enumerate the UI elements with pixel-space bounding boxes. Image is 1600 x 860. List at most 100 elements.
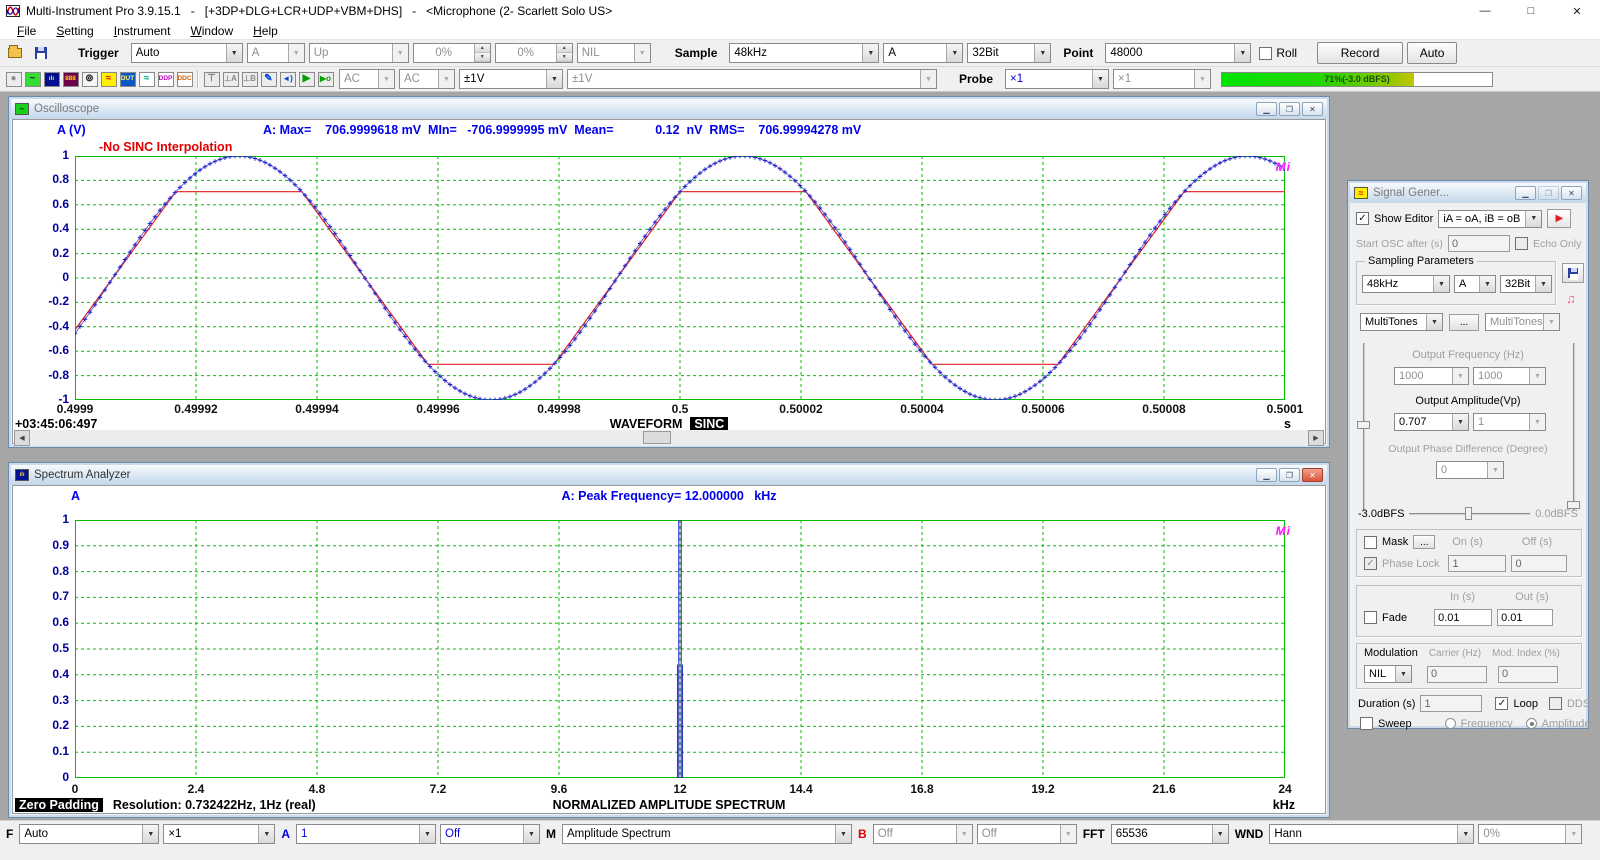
mask-checkbox[interactable]: [1364, 536, 1377, 549]
scope-plot[interactable]: [75, 156, 1285, 400]
generator-run-button[interactable]: ▶: [1547, 209, 1571, 228]
signal-generator-titlebar[interactable]: Signal Gener... ▁ ❐ ✕: [1350, 183, 1586, 203]
sinc-badge[interactable]: SINC: [690, 417, 728, 431]
a-ref-dropdown[interactable]: Off▼: [440, 824, 540, 844]
window-function-dropdown[interactable]: Hann▼: [1269, 824, 1474, 844]
coupling-a-dropdown[interactable]: AC▼: [339, 69, 395, 89]
hold-run-icon[interactable]: ⊤: [202, 70, 221, 89]
trigger-mode-dropdown[interactable]: Auto▼: [131, 43, 243, 63]
probe-b-dropdown[interactable]: ×1▼: [1113, 69, 1211, 89]
b-ref-dropdown[interactable]: Off▼: [977, 824, 1077, 844]
roll-checkbox[interactable]: Roll: [1259, 46, 1297, 60]
sweep-frequency-radio[interactable]: [1445, 718, 1456, 729]
save-file-icon[interactable]: [30, 43, 52, 63]
spectrum-titlebar[interactable]: Spectrum Analyzer ▁ ❐ ✕: [11, 465, 1327, 485]
open-file-icon[interactable]: [4, 43, 26, 63]
loop-checkbox[interactable]: [1495, 697, 1508, 710]
scroll-track[interactable]: [30, 430, 1308, 446]
carrier-input[interactable]: [1427, 666, 1487, 683]
amplitude-slider-b[interactable]: [1566, 343, 1582, 511]
trigger-edge-dropdown[interactable]: Up▼: [309, 43, 409, 63]
spectrum-restore-button[interactable]: ❐: [1279, 468, 1300, 482]
trigger-hpf-dropdown[interactable]: NIL▼: [577, 43, 651, 63]
signal-generator-icon[interactable]: ≈: [99, 70, 118, 89]
oscilloscope-close-button[interactable]: ✕: [1302, 102, 1323, 116]
gauge-meter-icon[interactable]: ⊚: [80, 70, 99, 89]
fade-out-input[interactable]: [1497, 609, 1553, 626]
mask-editor-button[interactable]: ...: [1413, 535, 1435, 549]
roll-checkbox-box[interactable]: [1259, 47, 1272, 60]
scroll-right-icon[interactable]: [1308, 430, 1324, 446]
generator-channel-dropdown[interactable]: A▼: [1454, 275, 1496, 293]
score-notes-icon[interactable]: ♫: [1566, 291, 1576, 306]
spectrum-minimize-button[interactable]: ▁: [1256, 468, 1277, 482]
freq-axis-dropdown[interactable]: Auto▼: [19, 824, 159, 844]
frequency-b-dropdown[interactable]: 1000▼: [1473, 367, 1546, 385]
run-loop-icon[interactable]: ▶o: [316, 70, 335, 89]
analysis-mode-dropdown[interactable]: Amplitude Spectrum▼: [562, 824, 852, 844]
mod-index-input[interactable]: [1498, 666, 1558, 683]
trigger-source-dropdown[interactable]: A▼: [247, 43, 305, 63]
sampling-channels-dropdown[interactable]: A▼: [883, 43, 963, 63]
sampling-rate-dropdown[interactable]: 48kHz▼: [729, 43, 879, 63]
freq-zoom-dropdown[interactable]: ×1▼: [163, 824, 275, 844]
overlap-dropdown[interactable]: 0%▼: [1478, 824, 1582, 844]
spectrum-plot[interactable]: [75, 520, 1285, 778]
generator-rate-dropdown[interactable]: 48kHz▼: [1362, 275, 1450, 293]
a-gain-dropdown[interactable]: 1▼: [296, 824, 436, 844]
probe-a-dropdown[interactable]: ×1▼: [1005, 69, 1109, 89]
oscilloscope-titlebar[interactable]: Oscilloscope ▁ ❐ ✕: [11, 99, 1327, 119]
duration-input[interactable]: [1420, 695, 1482, 712]
spin-down-icon[interactable]: ▼: [557, 53, 572, 62]
oscilloscope-minimize-button[interactable]: ▁: [1256, 102, 1277, 116]
mask-off-input[interactable]: [1511, 555, 1567, 572]
oscilloscope-restore-button[interactable]: ❐: [1279, 102, 1300, 116]
scroll-thumb[interactable]: [643, 431, 671, 444]
frequency-a-dropdown[interactable]: 1000▼: [1394, 367, 1469, 385]
generator-bits-dropdown[interactable]: 32Bit▼: [1500, 275, 1552, 293]
trigger-marker-b-icon[interactable]: ⊥B: [240, 70, 259, 89]
trigger-level-stepper[interactable]: 0%▲▼: [413, 43, 491, 63]
spectrum-analyzer-icon[interactable]: ılı: [42, 70, 61, 89]
start-osc-input[interactable]: [1448, 235, 1510, 252]
show-editor-checkbox[interactable]: [1356, 212, 1369, 225]
mask-on-input[interactable]: [1448, 555, 1506, 572]
waveform-editor-button[interactable]: ...: [1449, 314, 1479, 331]
oscilloscope-icon[interactable]: ~: [23, 70, 42, 89]
menu-item-file[interactable]: File: [8, 23, 45, 39]
spectrum-close-button[interactable]: ✕: [1302, 468, 1323, 482]
app-maximize-button[interactable]: □: [1508, 0, 1554, 22]
amplitude-a-dropdown[interactable]: 0.707▼: [1394, 413, 1469, 431]
generator-save-button[interactable]: [1562, 263, 1584, 283]
coupling-b-dropdown[interactable]: AC▼: [399, 69, 455, 89]
fade-checkbox[interactable]: [1364, 611, 1377, 624]
run-stop-icon[interactable]: ●: [4, 70, 23, 89]
auto-button[interactable]: Auto: [1407, 42, 1457, 64]
trigger-marker-a-icon[interactable]: ⊥A: [221, 70, 240, 89]
waveform-a-dropdown[interactable]: MultiTones▼: [1360, 313, 1443, 331]
menu-item-help[interactable]: Help: [244, 23, 287, 39]
generator-close-button[interactable]: ✕: [1561, 186, 1582, 200]
ddc-viewer-icon[interactable]: DDC: [175, 70, 194, 89]
echo-only-checkbox[interactable]: [1515, 237, 1528, 250]
dbfs-slider[interactable]: [1409, 507, 1530, 521]
record-length-dropdown[interactable]: 48000▼: [1105, 43, 1251, 63]
derived-data-icon[interactable]: ≈: [137, 70, 156, 89]
device-under-test-icon[interactable]: DUT: [118, 70, 137, 89]
sweep-checkbox[interactable]: [1360, 717, 1373, 730]
multimeter-icon[interactable]: 888: [61, 70, 80, 89]
ddp-viewer-icon[interactable]: DDP: [156, 70, 175, 89]
dds-checkbox[interactable]: [1549, 697, 1562, 710]
spin-up-icon[interactable]: ▲: [557, 44, 572, 53]
menu-item-window[interactable]: Window: [181, 23, 242, 39]
app-minimize-button[interactable]: —: [1462, 0, 1508, 22]
b-gain-dropdown[interactable]: Off▼: [873, 824, 973, 844]
generator-minimize-button[interactable]: ▁: [1515, 186, 1536, 200]
amplitude-slider-a[interactable]: [1356, 343, 1372, 511]
phase-lock-checkbox[interactable]: [1364, 557, 1377, 570]
routing-dropdown[interactable]: iA = oA, iB = oB▼: [1438, 210, 1542, 228]
waveform-b-dropdown[interactable]: MultiTones▼: [1485, 313, 1560, 331]
run-icon[interactable]: ▶: [297, 70, 316, 89]
fade-in-input[interactable]: [1434, 609, 1492, 626]
spin-up-icon[interactable]: ▲: [475, 44, 490, 53]
